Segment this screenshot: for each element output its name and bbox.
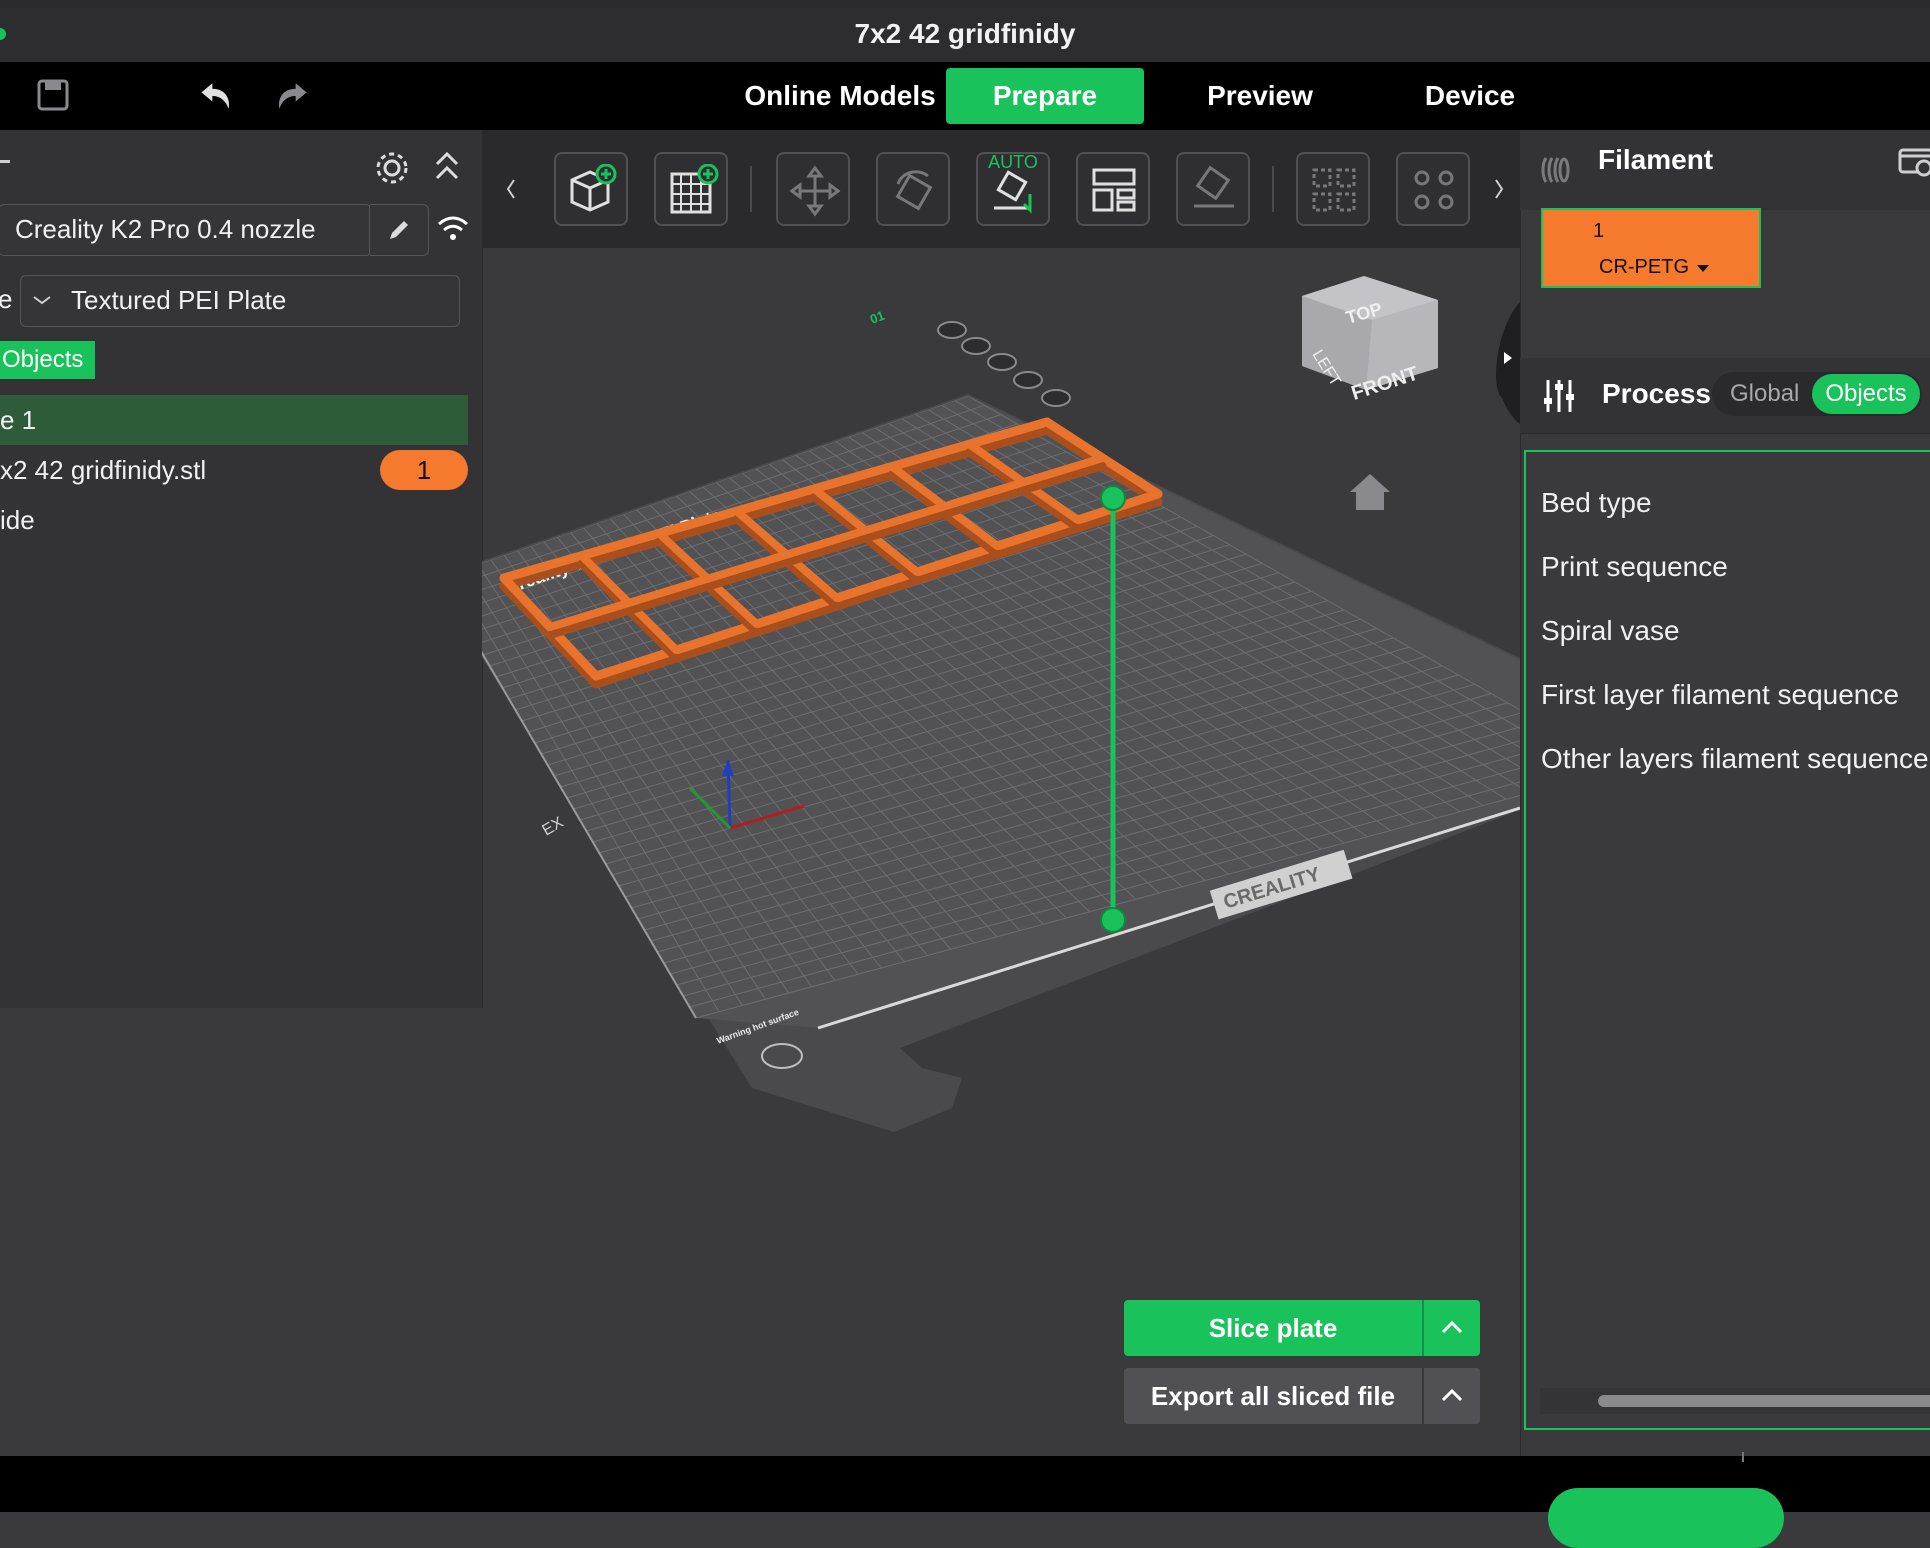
process-scope-toggle[interactable]: Global Objects — [1712, 372, 1922, 416]
process-settings-box — [1524, 450, 1930, 1430]
split-objects-button[interactable] — [1296, 152, 1370, 226]
plate-lock-icon[interactable] — [1013, 371, 1043, 389]
setting-other-layers-filament-sequence[interactable]: Other layers filament sequence — [1541, 743, 1929, 775]
clip-mask — [1526, 470, 1541, 800]
left-panel — [0, 130, 483, 1008]
rotate-icon — [895, 170, 933, 211]
setting-first-layer-filament-sequence[interactable]: First layer filament sequence — [1541, 679, 1899, 711]
setting-spiral-vase[interactable]: Spiral vase — [1541, 615, 1680, 647]
3d-viewport[interactable]: Creality Textured PEI Plate CREALITY 01 … — [482, 248, 1520, 1456]
chevron-down-icon — [33, 296, 51, 305]
lay-on-face-icon — [1194, 165, 1234, 208]
toolbar-divider — [750, 166, 752, 212]
plate-select-icon[interactable] — [961, 337, 991, 355]
model-name[interactable]: x2 42 gridfinidy.stl — [0, 455, 206, 486]
scrollbar-thumb[interactable] — [1598, 1395, 1930, 1407]
bed-corner-mark: EX — [540, 814, 567, 840]
height-slider-bottom-handle[interactable] — [1100, 907, 1126, 933]
redo-icon[interactable] — [272, 76, 312, 116]
plate-number-label: 01 — [868, 308, 887, 327]
rotate-tool-button[interactable] — [876, 152, 950, 226]
undo-icon[interactable] — [196, 76, 236, 116]
split-parts-icon — [1414, 170, 1454, 210]
process-title: Process — [1602, 378, 1711, 409]
toolbar-divider — [1272, 166, 1274, 212]
scope-global[interactable]: Global — [1730, 372, 1799, 416]
add-plate-button[interactable] — [654, 152, 728, 226]
tab-objects[interactable]: Objects — [0, 341, 95, 379]
tab-preview[interactable]: Preview — [1160, 68, 1360, 124]
object-count-badge[interactable]: 1 — [380, 450, 468, 490]
filament-slot-number: 1 — [1593, 220, 1605, 242]
wifi-icon[interactable] — [436, 214, 470, 244]
setting-print-sequence[interactable]: Print sequence — [1541, 551, 1728, 583]
gear-icon[interactable] — [372, 148, 412, 188]
plate-close-icon[interactable] — [937, 321, 967, 339]
plate-label: e 1 — [0, 405, 37, 435]
move-arrows-icon — [789, 165, 841, 217]
slice-plate-button[interactable]: Slice plate — [1124, 1300, 1480, 1356]
printer-name: Creality K2 Pro 0.4 nozzle — [15, 214, 316, 244]
move-tool-button[interactable] — [776, 152, 850, 226]
setting-bed-type[interactable]: Bed type — [1541, 487, 1652, 519]
home-view-icon[interactable] — [1350, 474, 1390, 510]
tab-device[interactable]: Device — [1370, 68, 1570, 124]
scope-objects[interactable]: Objects — [1812, 374, 1920, 414]
chevron-right-icon[interactable] — [1490, 174, 1508, 204]
split-objects-icon — [1312, 168, 1356, 212]
window-title: 7x2 42 gridfinidy — [854, 18, 1076, 49]
add-cube-icon — [570, 164, 617, 212]
arrange-icon — [1092, 168, 1136, 212]
tab-online-models[interactable]: Online Models — [730, 68, 950, 124]
plate-list-item[interactable]: e 1 — [0, 395, 468, 445]
add-grid-icon — [670, 164, 719, 214]
split-parts-button[interactable] — [1396, 152, 1470, 226]
add-model-button[interactable] — [554, 152, 628, 226]
printer-selector[interactable]: Creality K2 Pro 0.4 nozzle — [0, 204, 372, 256]
caret-down-icon — [1697, 265, 1709, 272]
tab-prepare[interactable]: Prepare — [946, 68, 1144, 124]
bottom-tick — [1742, 1452, 1744, 1462]
filament-spool-icon — [1541, 157, 1570, 183]
export-label: Export all sliced file — [1150, 1381, 1396, 1411]
view-cube[interactable]: TOP LEFT FRONT — [1302, 276, 1438, 405]
plate-type-select[interactable]: Textured PEI Plate — [20, 275, 460, 327]
filament-header: Filament — [1520, 130, 1930, 210]
plate-type-prefix: e — [0, 284, 13, 314]
save-icon[interactable] — [34, 76, 74, 116]
filament-slot-1[interactable]: 1 CR-PETG — [1541, 208, 1761, 288]
pencil-icon — [390, 221, 408, 239]
chevron-left-icon[interactable] — [502, 174, 520, 204]
viewport-toolbar: AUTO — [482, 130, 1520, 248]
lay-on-face-button[interactable] — [1176, 152, 1250, 226]
chevron-up-icon[interactable] — [1424, 1368, 1480, 1424]
slice-plate-label: Slice plate — [1208, 1313, 1338, 1343]
filament-title: Filament — [1598, 144, 1714, 175]
horizontal-scrollbar[interactable] — [1540, 1388, 1930, 1414]
chevron-up-icon[interactable] — [1424, 1300, 1480, 1356]
bottom-action-pill[interactable] — [1548, 1488, 1784, 1548]
panel-dash — [0, 160, 10, 163]
filament-sync-icon[interactable] — [1898, 142, 1930, 182]
plate-arrange-icon[interactable] — [987, 353, 1017, 371]
arrange-button[interactable] — [1076, 152, 1150, 226]
plate-actions — [937, 321, 1071, 407]
export-sliced-button[interactable]: Export all sliced file — [1124, 1368, 1480, 1424]
plate-type-value: Textured PEI Plate — [71, 285, 287, 315]
main-toolbar: Online Models Prepare Preview Device — [0, 62, 1930, 130]
sliders-icon — [1544, 380, 1574, 412]
object-list-item[interactable]: ide — [0, 505, 35, 536]
collapse-up-icon[interactable] — [432, 150, 462, 184]
sidebar-toggle[interactable] — [1496, 302, 1520, 424]
height-slider-top-handle[interactable] — [1100, 485, 1126, 511]
plate-settings-icon[interactable] — [1041, 389, 1071, 407]
filament-material: CR-PETG — [1599, 256, 1689, 278]
edit-printer-button[interactable] — [370, 204, 429, 256]
auto-orient-button[interactable]: AUTO — [976, 152, 1050, 226]
auto-orient-icon — [994, 170, 1032, 214]
title-bar: 7x2 42 gridfinidy — [0, 8, 1930, 62]
